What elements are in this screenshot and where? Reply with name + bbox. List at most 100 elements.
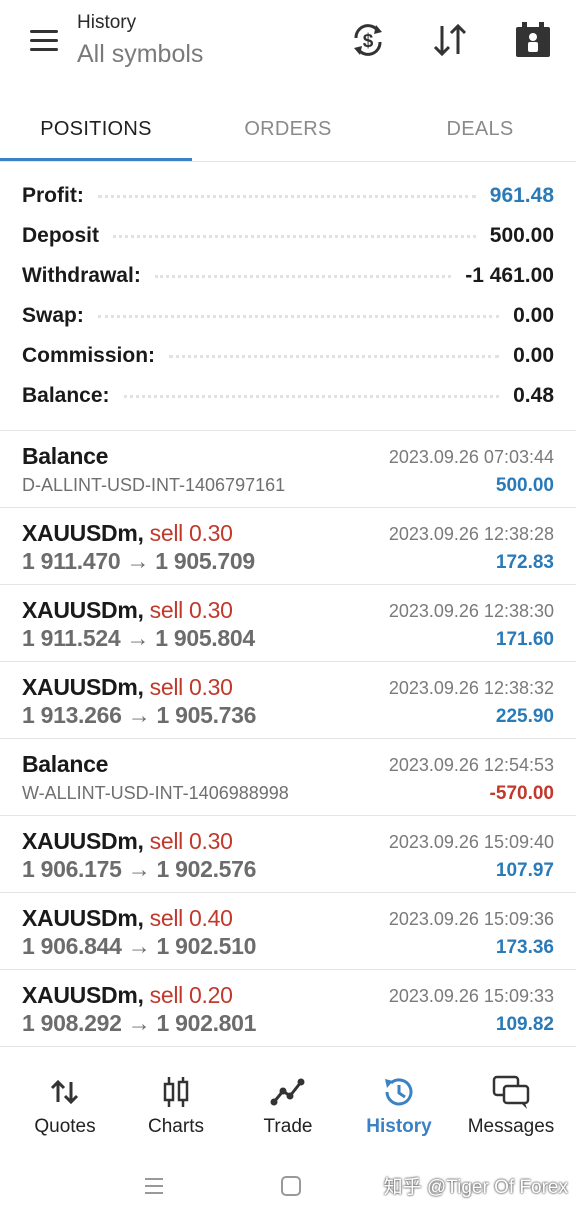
nav-label: Quotes [34,1116,96,1137]
dotted-leader [154,274,452,278]
symbol-filter[interactable]: All symbols [77,40,203,69]
deal-symbol-line: XAUUSDm, sell 0.30 [22,674,233,701]
deal-symbol: XAUUSDm, [22,905,144,931]
menu-button[interactable] [28,30,62,54]
recents-icon[interactable] [143,1175,165,1197]
deal-side: sell 0.30 [149,674,233,700]
currency-exchange-icon[interactable]: $ [348,20,388,60]
close-price: 1 902.801 [156,1010,257,1036]
summary-label: Withdrawal: [22,264,141,287]
deal-amount: 172.83 [495,552,554,573]
summary-row-profit: Profit: 961.48 [0,176,576,216]
deal-amount: 225.90 [495,706,554,727]
close-price: 1 905.709 [155,548,255,574]
deal-symbol: XAUUSDm, [22,828,144,854]
deal-symbol-line: XAUUSDm, sell 0.30 [22,597,233,624]
nav-messages[interactable]: Messages [455,1058,567,1158]
close-price: 1 905.736 [156,702,257,728]
open-price: 1 911.470 [22,548,121,574]
deal-symbol: XAUUSDm, [22,982,144,1008]
nav-label: Trade [263,1116,313,1137]
summary-row-swap: Swap: 0.00 [0,296,576,336]
summary-value: 961.48 [489,184,554,207]
nav-label: Messages [467,1116,555,1137]
dotted-leader [97,314,500,318]
arrow-icon: → [127,702,151,728]
summary-row-deposit: Deposit 500.00 [0,216,576,256]
deal-datetime: 2023.09.26 15:09:33 [388,986,554,1006]
deals-list: Balance D-ALLINT-USD-INT-1406797161 2023… [0,431,576,1047]
arrow-icon: → [127,933,151,959]
dotted-leader [113,234,476,238]
deal-datetime: 2023.09.26 12:38:32 [388,678,554,698]
list-item[interactable]: XAUUSDm, sell 0.40 1 906.844 → 1 902.510… [0,893,576,970]
list-item[interactable]: XAUUSDm, sell 0.30 1 911.470 → 1 905.709… [0,508,576,585]
list-item[interactable]: Balance W-ALLINT-USD-INT-1406988998 2023… [0,739,576,816]
deal-symbol-line: XAUUSDm, sell 0.30 [22,520,233,547]
dotted-leader [97,194,476,198]
deal-prices: 1 906.175 → 1 902.576 [22,856,256,883]
deal-datetime: 2023.09.26 12:38:28 [388,524,554,544]
deal-side: sell 0.30 [149,828,233,854]
deal-symbol-line: XAUUSDm, sell 0.20 [22,982,233,1009]
sort-icon[interactable] [430,20,470,60]
summary-row-withdrawal: Withdrawal: -1 461.00 [0,256,576,296]
deal-amount: 109.82 [495,1014,554,1035]
summary-row-commission: Commission: 0.00 [0,336,576,376]
arrow-icon: → [126,548,150,574]
list-item[interactable]: XAUUSDm, sell 0.30 1 906.175 → 1 902.576… [0,816,576,893]
trade-icon [270,1078,305,1106]
title-block: History All symbols [77,12,203,69]
summary-value: 0.48 [513,384,554,407]
deal-side: sell 0.30 [149,520,233,546]
nav-label: Charts [148,1116,204,1137]
close-price: 1 905.804 [155,625,255,651]
deal-prices: 1 906.844 → 1 902.510 [22,933,256,960]
deal-amount: 171.60 [495,629,554,650]
list-item[interactable]: XAUUSDm, sell 0.30 1 911.524 → 1 905.804… [0,585,576,662]
list-item[interactable]: Balance D-ALLINT-USD-INT-1406797161 2023… [0,431,576,508]
arrow-icon: → [126,625,150,651]
deal-prices: 1 911.470 → 1 905.709 [22,548,255,575]
watermark: 知乎 @Tiger Of Forex [383,1177,568,1198]
tab-deals[interactable]: DEALS [384,96,576,162]
tab-orders[interactable]: ORDERS [192,96,384,162]
active-tab-indicator [0,158,192,161]
deal-datetime: 2023.09.26 15:09:40 [388,832,554,852]
nav-history[interactable]: History [343,1058,455,1158]
summary-label: Swap: [22,304,84,327]
summary-panel: Profit: 961.48 Deposit 500.00 Withdrawal… [0,176,576,416]
app-header: History All symbols $ [0,0,576,96]
summary-value: 500.00 [489,224,554,247]
list-item[interactable]: XAUUSDm, sell 0.20 1 908.292 → 1 902.801… [0,970,576,1047]
summary-label: Deposit [22,224,100,247]
deal-datetime: 2023.09.26 15:09:36 [388,909,554,929]
nav-trade[interactable]: Trade [232,1058,344,1158]
deal-symbol-line: XAUUSDm, sell 0.30 [22,828,233,855]
nav-charts[interactable]: Charts [120,1058,232,1158]
close-price: 1 902.576 [156,856,257,882]
deal-side: sell 0.30 [149,597,233,623]
nav-quotes[interactable]: Quotes [9,1058,121,1158]
home-icon[interactable] [280,1175,302,1197]
open-price: 1 908.292 [22,1010,122,1036]
quotes-icon [50,1079,79,1105]
deal-side: sell 0.20 [149,982,233,1008]
arrow-icon: → [127,856,151,882]
charts-icon [163,1077,189,1107]
summary-label: Balance: [22,384,110,407]
dotted-leader [123,394,500,398]
deal-amount: 173.36 [495,937,554,958]
history-icon [385,1078,413,1106]
summary-value: -1 461.00 [465,264,554,287]
deal-side: sell 0.40 [149,905,233,931]
summary-row-balance: Balance: 0.48 [0,376,576,416]
deal-amount: 107.97 [495,860,554,881]
deal-title: Balance [22,751,109,777]
list-item[interactable]: XAUUSDm, sell 0.30 1 913.266 → 1 905.736… [0,662,576,739]
tab-positions[interactable]: POSITIONS [0,96,192,162]
deal-symbol-line: XAUUSDm, sell 0.40 [22,905,233,932]
open-price: 1 913.266 [22,702,122,728]
calendar-icon[interactable] [513,20,553,60]
deal-prices: 1 913.266 → 1 905.736 [22,702,256,729]
